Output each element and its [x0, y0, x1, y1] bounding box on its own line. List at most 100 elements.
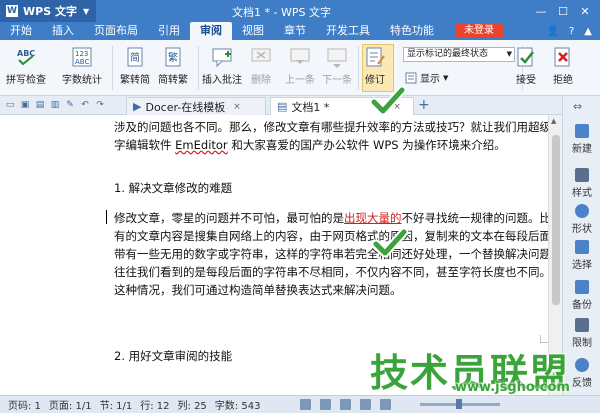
zoom-slider-knob[interactable] — [456, 399, 462, 409]
minimize-icon[interactable]: — — [530, 2, 552, 20]
print-preview-icon[interactable]: ▥ — [49, 99, 61, 111]
word-count-button[interactable]: 123 ABC 字数统计 — [62, 46, 102, 86]
docer-icon: ▶ — [133, 100, 142, 113]
pane-collapse-icon[interactable]: ⇔ — [573, 100, 582, 113]
close-icon[interactable]: × — [233, 102, 241, 112]
shapes-icon — [575, 204, 589, 218]
track-changes-button[interactable]: 修订 — [364, 46, 386, 86]
print-icon[interactable]: ▤ — [34, 99, 46, 111]
insert-comment-button[interactable]: 插入批注 — [202, 46, 242, 86]
maximize-icon[interactable]: ☐ — [552, 2, 574, 20]
svg-text:ABC: ABC — [75, 58, 89, 66]
menu-references[interactable]: 引用 — [148, 22, 190, 40]
spell-status-icon[interactable] — [300, 399, 311, 410]
track-changes-icon — [366, 47, 385, 67]
menu-page-layout[interactable]: 页面布局 — [84, 22, 148, 40]
accept-button[interactable]: 接受 — [515, 46, 537, 86]
reading-view-icon[interactable] — [380, 399, 391, 410]
next-comment-icon — [327, 48, 347, 68]
reject-icon — [554, 47, 570, 67]
pane-select[interactable]: 选择 — [563, 240, 600, 271]
section-heading: 2. 用好文章审阅的技能 — [114, 349, 233, 363]
pane-backup[interactable]: 备份 — [563, 280, 600, 311]
accept-icon — [517, 47, 534, 67]
backup-icon — [575, 280, 589, 294]
app-name: WPS 文字 — [23, 5, 77, 18]
menu-developer[interactable]: 开发工具 — [316, 22, 380, 40]
simp-trad-icon: 繁 — [165, 47, 181, 67]
user-icon[interactable]: 👤 — [547, 26, 559, 37]
simplified-to-traditional-button[interactable]: 繁 简转繁 — [158, 46, 188, 86]
styles-icon — [575, 168, 589, 182]
separator — [198, 46, 199, 90]
svg-text:123: 123 — [75, 50, 88, 58]
collapse-ribbon-icon[interactable]: ▲ — [584, 26, 592, 37]
svg-text:简: 简 — [130, 51, 140, 64]
redo-icon[interactable]: ↷ — [94, 99, 106, 111]
document-tab-bar: ▭ ▣ ▤ ▥ ✎ ↶ ↷ ▶ Docer-在线模板 × ▤ 文档1 * × + — [0, 96, 562, 115]
next-comment-button[interactable]: 下一条 — [322, 46, 352, 86]
web-view-icon[interactable] — [360, 399, 371, 410]
previous-comment-icon — [290, 48, 310, 64]
menu-view[interactable]: 视图 — [232, 22, 274, 40]
section-heading: 1. 解决文章修改的难题 — [114, 181, 233, 195]
close-icon[interactable]: ✕ — [574, 2, 596, 20]
trad-simp-icon: 简 — [127, 47, 143, 67]
new-file-icon[interactable]: ▭ — [4, 99, 16, 111]
separator — [112, 46, 113, 90]
document-line: 有的文章内容是搜集自网络上的内容，由于网页格式的原因，复制来的文本在每段后面可 — [114, 229, 548, 243]
spell-check-button[interactable]: ABC 拼写检查 — [6, 46, 46, 86]
scrollbar-thumb[interactable] — [552, 135, 560, 305]
pane-styles[interactable]: 样式 — [563, 168, 600, 199]
undo-icon[interactable]: ↶ — [79, 99, 91, 111]
page-view-icon[interactable] — [320, 399, 331, 410]
separator — [358, 46, 359, 90]
help-icon[interactable]: ? — [569, 26, 574, 37]
quick-access-toolbar: ▭ ▣ ▤ ▥ ✎ ↶ ↷ — [4, 99, 109, 111]
login-button[interactable]: 未登录 — [455, 24, 503, 38]
document-icon: ▤ — [277, 100, 288, 113]
previous-comment-button[interactable]: 上一条 — [285, 46, 315, 86]
title-bar: W WPS 文字 ▼ 文档1 * - WPS 文字 — ☐ ✕ — [0, 0, 600, 22]
document-line: 涉及的问题也各不同。那么，修改文章有哪些提升效率的方法或技巧？就让我们用超级文 — [114, 120, 548, 134]
menu-home[interactable]: 开始 — [0, 22, 42, 40]
delete-comment-button[interactable]: 删除 — [250, 46, 272, 86]
wps-logo-icon: W — [6, 5, 18, 17]
traditional-to-simplified-button[interactable]: 简 繁转简 — [120, 46, 150, 86]
outline-view-icon[interactable] — [340, 399, 351, 410]
menu-insert[interactable]: 插入 — [42, 22, 84, 40]
status-word-count: 字数: 543 — [214, 401, 261, 412]
check-mark-icon — [370, 86, 406, 116]
chevron-down-icon: ▼ — [82, 6, 90, 16]
document-line: 字编辑软件 EmEditor 和大家喜爱的国产办公软件 WPS 为操作环境来介绍… — [114, 138, 506, 152]
status-col: 列: 25 — [177, 401, 207, 412]
pane-new[interactable]: 新建 — [563, 124, 600, 155]
app-menu-button[interactable]: W WPS 文字 ▼ — [0, 0, 96, 22]
chevron-down-icon: ▼ — [443, 73, 449, 82]
scroll-up-icon[interactable]: ▲ — [551, 117, 556, 125]
format-painter-icon[interactable]: ✎ — [64, 99, 76, 111]
svg-text:繁: 繁 — [168, 51, 178, 64]
new-tab-icon[interactable]: + — [418, 97, 430, 113]
lock-icon — [575, 318, 589, 332]
pane-shapes[interactable]: 形状 — [563, 204, 600, 235]
view-mode-icons — [300, 399, 400, 410]
ribbon-review: ABC 拼写检查 123 ABC 字数统计 简 繁转简 繁 简转繁 插入批注 删除… — [0, 40, 600, 96]
reject-button[interactable]: 拒绝 — [552, 46, 574, 86]
new-icon — [575, 124, 589, 138]
status-bar: 页码: 1 页面: 1/1 节: 1/1 行: 12 列: 25 字数: 543 — [0, 395, 600, 413]
status-row: 行: 12 — [140, 401, 170, 412]
save-icon[interactable]: ▣ — [19, 99, 31, 111]
show-markup-button[interactable]: 显示 ▼ — [405, 70, 448, 85]
menu-features[interactable]: 特色功能 — [380, 22, 444, 40]
watermark-url: www.jsgho.com — [455, 380, 570, 395]
word-count-icon: 123ABC — [72, 47, 92, 67]
markup-display-select[interactable]: 显示标记的最终状态 ▼ — [403, 47, 515, 62]
check-mark-icon — [372, 228, 408, 258]
document-line: 这种情况，我们可通过构造简单替换表达式来解决问题。 — [114, 283, 402, 297]
tab-docer-templates[interactable]: ▶ Docer-在线模板 × — [126, 97, 266, 115]
menu-section[interactable]: 章节 — [274, 22, 316, 40]
comment-icon — [212, 48, 232, 68]
document-line: 带有一些无用的数字或字符串，这样的字符串若完全相同还好处理，一个替换解决问题。 — [114, 247, 548, 261]
menu-review[interactable]: 审阅 — [190, 22, 232, 40]
